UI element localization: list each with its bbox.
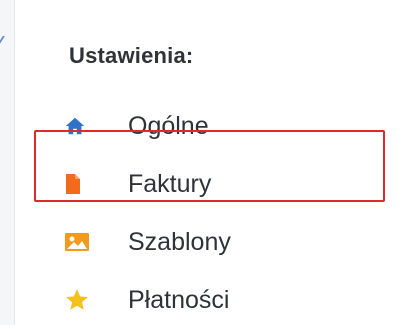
star-icon — [64, 287, 98, 313]
image-icon — [64, 229, 98, 255]
menu-item-label: Płatności — [128, 285, 230, 314]
selection-highlight — [34, 130, 385, 202]
settings-title: Ustawienia: — [69, 43, 194, 68]
menu-item-szablony[interactable]: Szablony — [64, 213, 384, 271]
clipped-left-text: Y — [0, 34, 14, 54]
menu-item-platnosci[interactable]: Płatności — [64, 271, 384, 329]
menu-item-label: Szablony — [128, 227, 231, 256]
